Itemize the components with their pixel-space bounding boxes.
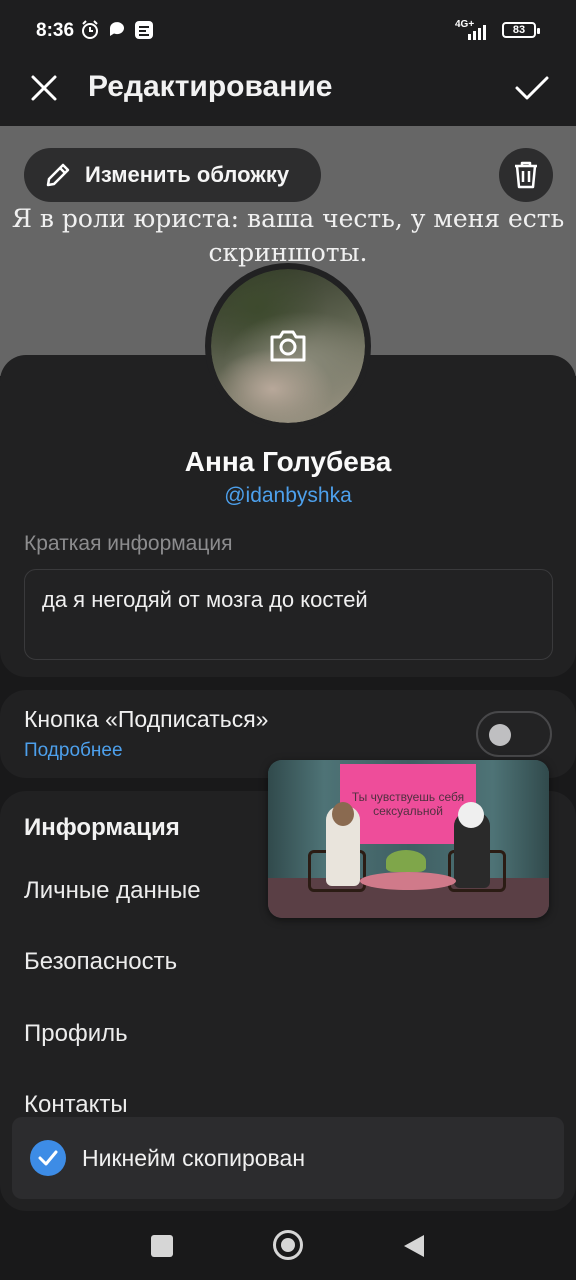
bio-value: да я негодяй от мозга до костей: [42, 587, 368, 612]
back-icon[interactable]: [402, 1233, 426, 1259]
page-title: Редактирование: [88, 70, 333, 103]
subscribe-toggle[interactable]: [476, 711, 552, 757]
bio-label: Краткая информация: [24, 532, 233, 555]
delete-cover-button[interactable]: [499, 148, 553, 202]
subscribe-label: Кнопка «Подписаться»: [24, 706, 269, 732]
check-circle-icon: [30, 1140, 66, 1176]
toast-message: Никнейм скопирован: [82, 1145, 306, 1171]
pencil-icon: [46, 163, 70, 187]
toast: Никнейм скопирован: [12, 1117, 564, 1199]
profile-username[interactable]: @idanbyshka: [0, 484, 576, 508]
info-item-contacts[interactable]: Контакты: [24, 1091, 128, 1119]
info-title: Информация: [24, 814, 180, 841]
signal-icon: [468, 25, 486, 40]
info-item-profile[interactable]: Профиль: [24, 1020, 128, 1048]
avatar[interactable]: [205, 263, 371, 429]
check-icon[interactable]: [514, 74, 550, 102]
subscribe-more-link[interactable]: Подробнее: [24, 740, 123, 762]
video-screen-text: Ты чувствуешь себя сексуальной: [351, 790, 465, 818]
app-notification-icon: [135, 21, 153, 39]
status-time: 8:36: [36, 20, 75, 41]
battery-indicator: 83: [502, 22, 540, 38]
toggle-knob: [489, 724, 511, 746]
app-bar: Редактирование: [0, 50, 576, 126]
message-icon: [110, 22, 124, 36]
info-item-security[interactable]: Безопасность: [24, 948, 177, 976]
bio-field[interactable]: да я негодяй от мозга до костей: [24, 569, 553, 660]
recent-apps-icon[interactable]: [151, 1235, 173, 1257]
pip-video[interactable]: Ты чувствуешь себя сексуальной: [268, 760, 549, 918]
home-icon[interactable]: [273, 1230, 303, 1260]
change-cover-button[interactable]: Изменить обложку: [24, 148, 321, 202]
change-cover-label: Изменить обложку: [85, 162, 290, 187]
cover-quote: Я в роли юриста: ваша честь, у меня есть…: [11, 204, 565, 267]
trash-icon: [515, 161, 537, 189]
profile-name: Анна Голубева: [184, 446, 392, 477]
alarm-icon: [82, 20, 98, 39]
info-item-personal[interactable]: Личные данные: [24, 877, 201, 905]
close-icon[interactable]: [30, 74, 58, 102]
camera-icon: [270, 330, 306, 362]
